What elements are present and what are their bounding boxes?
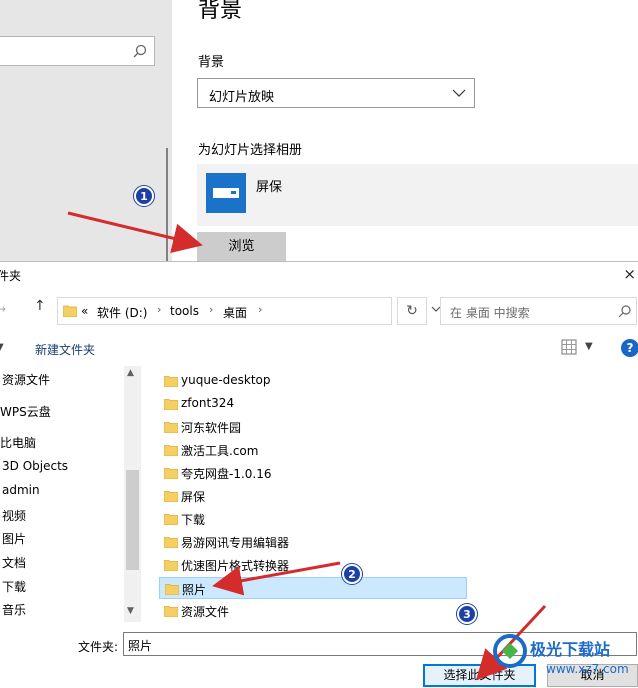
- nav-item[interactable]: 视频: [2, 507, 26, 524]
- folder-label: 文件夹:: [78, 640, 119, 654]
- breadcrumb-prefix: «: [81, 304, 89, 318]
- scrollbar[interactable]: ▲ ▼: [124, 366, 141, 622]
- album-name: 屏保: [256, 180, 283, 195]
- new-folder-button[interactable]: 新建文件夹: [35, 341, 95, 358]
- up-arrow-icon[interactable]: ↑: [34, 298, 46, 314]
- watermark-url: www.xz7.com: [546, 662, 629, 676]
- breadcrumb[interactable]: 桌面: [223, 304, 247, 321]
- file-row[interactable]: 屏保: [159, 485, 467, 507]
- help-icon[interactable]: ?: [621, 339, 638, 357]
- step-badge-1: 1: [134, 186, 154, 206]
- folder-icon: [164, 376, 178, 387]
- background-label: 背景: [198, 55, 225, 70]
- file-row[interactable]: zfont324: [159, 393, 467, 415]
- folder-icon: [164, 537, 178, 548]
- file-name: 资源文件: [181, 605, 230, 619]
- search-placeholder: 在 桌面 中搜索: [450, 306, 530, 320]
- chevron-right-icon[interactable]: ›: [258, 303, 262, 316]
- folder-icon: [63, 305, 77, 317]
- file-row[interactable]: 照片: [159, 577, 467, 599]
- folder-icon: [164, 560, 178, 571]
- album-card[interactable]: 屏保: [197, 164, 638, 226]
- file-row[interactable]: 优速图片格式转换器: [159, 554, 467, 576]
- file-row[interactable]: 激活工具.com: [159, 439, 467, 461]
- watermark-logo: 极光下载站 www.xz7.com: [490, 632, 638, 688]
- chevron-right-icon[interactable]: ›: [157, 303, 161, 316]
- scroll-up-icon[interactable]: ▲: [127, 368, 134, 378]
- folder-icon: [164, 399, 178, 410]
- organize-dropdown-icon[interactable]: ▼: [0, 342, 4, 353]
- scroll-down-icon[interactable]: ▼: [127, 606, 134, 616]
- watermark-text: 极光下载站: [530, 640, 611, 659]
- step-badge-2: 2: [342, 564, 362, 584]
- folder-icon: [164, 514, 178, 525]
- folder-name-value: 照片: [128, 639, 153, 653]
- file-name: 激活工具.com: [181, 444, 259, 458]
- file-list: yuque-desktop zfont324 河东软件园激活工具.com 夸克网盘-1…: [159, 366, 479, 622]
- nav-item[interactable]: 3D Objects: [2, 459, 68, 473]
- nav-item[interactable]: 音乐: [2, 601, 26, 618]
- background-dropdown[interactable]: 幻灯片放映: [197, 78, 475, 108]
- file-row[interactable]: 夸克网盘-1.0.16: [159, 462, 467, 484]
- navigation-pane: 资源文件 WPS云盘 比电脑 3D Objects admin 视频 图片 文档…: [0, 366, 141, 622]
- folder-picker-dialog: 件夹 × → ↑ « 软件 (D:) › tools › 桌面 › ↻ 在 桌面…: [0, 261, 638, 688]
- file-name: 夸克网盘-1.0.16: [181, 467, 272, 481]
- file-name: 下载: [181, 513, 206, 527]
- folder-icon: [164, 445, 178, 456]
- search-icon: [133, 44, 147, 58]
- refresh-icon[interactable]: ↻: [397, 297, 427, 325]
- file-name: 河东软件园: [181, 421, 242, 435]
- divider: [166, 148, 168, 262]
- close-icon[interactable]: ×: [623, 265, 636, 283]
- file-name: 优速图片格式转换器: [181, 559, 290, 573]
- folder-icon: [164, 606, 178, 617]
- file-row[interactable]: 资源文件: [159, 600, 467, 622]
- nav-item[interactable]: 图片: [2, 530, 26, 547]
- scrollbar-thumb[interactable]: [126, 470, 139, 570]
- breadcrumb[interactable]: 软件 (D:): [97, 304, 147, 321]
- chevron-right-icon[interactable]: ›: [209, 303, 213, 316]
- breadcrumb[interactable]: tools: [170, 304, 199, 318]
- nav-item[interactable]: 资源文件: [2, 371, 50, 388]
- address-bar[interactable]: « 软件 (D:) › tools › 桌面 ›: [57, 297, 441, 325]
- background-dropdown-value: 幻灯片放映: [209, 90, 275, 105]
- nav-item[interactable]: admin: [2, 483, 40, 497]
- chevron-down-icon: [452, 89, 466, 97]
- file-row[interactable]: 下载: [159, 508, 467, 530]
- page-title: 背景: [198, 0, 243, 23]
- nav-item[interactable]: 文档: [2, 554, 26, 571]
- file-name: yuque-desktop: [181, 373, 271, 387]
- file-name: zfont324: [181, 396, 235, 410]
- file-row[interactable]: yuque-desktop: [159, 370, 467, 392]
- view-grid-icon[interactable]: [561, 339, 577, 355]
- folder-icon: [165, 584, 179, 595]
- file-name: 易游网讯专用编辑器: [181, 536, 290, 550]
- file-name: 照片: [182, 583, 207, 597]
- file-name: 屏保: [181, 490, 206, 504]
- album-icon: [206, 173, 246, 213]
- search-input[interactable]: 在 桌面 中搜索: [440, 297, 637, 325]
- folder-icon: [164, 491, 178, 502]
- search-icon: [618, 305, 631, 318]
- file-row[interactable]: 河东软件园: [159, 416, 467, 438]
- view-dropdown-icon[interactable]: ▼: [585, 341, 593, 352]
- step-badge-3: 3: [457, 604, 477, 624]
- watermark-icon: [493, 634, 527, 668]
- settings-search-box[interactable]: [0, 36, 155, 66]
- dialog-title: 件夹: [0, 269, 22, 283]
- file-row[interactable]: 易游网讯专用编辑器: [159, 531, 467, 553]
- nav-item[interactable]: 下载: [2, 578, 26, 595]
- folder-icon: [164, 468, 178, 479]
- forward-arrow-icon[interactable]: →: [0, 302, 6, 316]
- album-label: 为幻灯片选择相册: [198, 143, 303, 158]
- nav-item[interactable]: 比电脑: [0, 434, 36, 451]
- browse-button[interactable]: 浏览: [197, 232, 286, 262]
- nav-item[interactable]: WPS云盘: [0, 403, 51, 420]
- folder-icon: [164, 422, 178, 433]
